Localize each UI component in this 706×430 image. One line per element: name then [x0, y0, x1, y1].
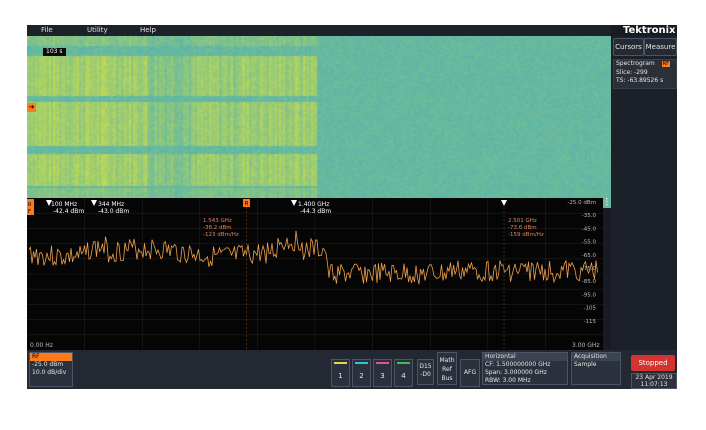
spectrogram-badge-rf: RF: [661, 61, 670, 67]
spectrogram-canvas: [27, 36, 611, 208]
ref-marker-amp: -38.2 dBm: [203, 225, 232, 231]
svg-text:F: F: [28, 209, 31, 215]
marker-2-triangle: [91, 200, 97, 206]
y-tick-label: -35.0: [582, 213, 597, 219]
digital-button[interactable]: D15 -D0: [417, 359, 434, 385]
spectrogram-badge[interactable]: Spectrogram RF Slice: -299 TS: -63.89526…: [613, 59, 677, 89]
acquisition-badge[interactable]: Acquisition Sample: [571, 352, 621, 385]
marker-3-amp: -44.3 dBm: [300, 208, 331, 215]
spectrum-view[interactable]: R R F 100 MHz -42.4 dBm 344 MHz -43.0 dB…: [27, 198, 603, 350]
delta-marker-freq: 2.501 GHz: [508, 218, 537, 224]
delta-marker-density: -159 dBm/Hz: [508, 232, 544, 238]
svg-text:R: R: [28, 202, 32, 208]
measure-button[interactable]: Measure: [644, 38, 677, 56]
y-tick-label: -105: [584, 306, 597, 312]
menu-file[interactable]: File: [41, 25, 53, 36]
marker-1-amp: -42.4 dBm: [53, 208, 84, 215]
spectrogram-slice-marker[interactable]: ➔: [27, 103, 36, 112]
rf-channel-badge[interactable]: RF -25.0 dBm 10.0 dB/div: [29, 352, 73, 387]
marker-2-amp: -43.0 dBm: [98, 208, 129, 215]
marker-ref-box-label: R: [245, 201, 249, 208]
date-time-display: 23 Apr 2019 11:07:13: [631, 373, 677, 389]
panel-resize-handle-icon[interactable]: • • •: [605, 197, 609, 209]
marker-3-triangle: [291, 200, 297, 206]
channel-1-button[interactable]: 1: [331, 359, 350, 387]
spectrogram-slice: Slice: -299: [616, 69, 648, 76]
run-stop-button[interactable]: Stopped: [631, 355, 675, 371]
spectrogram-ts: TS: -63.89526 s: [616, 77, 664, 84]
math-ref-bus-button[interactable]: Math Ref Bus: [437, 352, 457, 385]
right-panel: Cursors Measure Spectrogram RF Slice: -2…: [605, 36, 677, 350]
spectrum-plot: R R F 100 MHz -42.4 dBm 344 MHz -43.0 dB…: [27, 198, 603, 350]
spectrogram-badge-title: Spectrogram: [616, 60, 655, 67]
menu-utility[interactable]: Utility: [87, 25, 108, 36]
bottom-status-bar: RF -25.0 dBm 10.0 dB/div 1 2 3 4 D15 -D0 …: [27, 350, 677, 389]
y-tick-label: -95.0: [582, 292, 597, 298]
channel-2-button[interactable]: 2: [352, 359, 371, 387]
y-tick-label: -75.0: [582, 266, 597, 272]
rf-ref-level: -25.0 dBm: [32, 361, 64, 368]
delta-marker-amp: -73.6 dBm: [508, 225, 537, 231]
rf-badge-title: RF: [30, 353, 72, 361]
ref-marker-density: -123 dBm/Hz: [203, 232, 239, 238]
spectrogram-time-label: 103 s: [43, 48, 66, 56]
y-tick-label: -25.0 dBm: [567, 200, 596, 206]
oscilloscope-screen: File Utility Help Tektronix 103 s ➔ R R …: [27, 25, 677, 389]
cursors-button[interactable]: Cursors: [613, 38, 644, 56]
y-tick-label: -45.0: [582, 226, 597, 232]
afg-button[interactable]: AFG: [460, 359, 480, 387]
menu-bar: File Utility Help: [27, 25, 611, 36]
y-tick-label: -85.0: [582, 279, 597, 285]
x-axis-end: 3.00 GHz: [572, 342, 600, 349]
y-tick-label: -115: [584, 319, 597, 325]
x-axis-start: 0.00 Hz: [30, 342, 53, 349]
ref-marker-freq: 1.543 GHz: [203, 218, 232, 224]
y-tick-label: -65.0: [582, 253, 597, 259]
spectrum-trace: [28, 230, 598, 285]
y-tick-label: -55.0: [582, 240, 597, 246]
menu-help[interactable]: Help: [140, 25, 156, 36]
channel-4-button[interactable]: 4: [394, 359, 413, 387]
marker-3-freq: 1.400 GHz: [298, 201, 329, 208]
horizontal-badge[interactable]: Horizontal CF: 1.500000000 GHz Span: 3.0…: [482, 352, 568, 385]
marker-2-freq: 344 MHz: [98, 201, 124, 208]
marker-delta-triangle: [501, 200, 507, 206]
channel-3-button[interactable]: 3: [373, 359, 392, 387]
marker-1-freq: 100 MHz: [51, 201, 77, 208]
spectrogram-view[interactable]: 103 s ➔: [27, 36, 611, 208]
rf-scale: 10.0 dB/div: [32, 369, 67, 376]
